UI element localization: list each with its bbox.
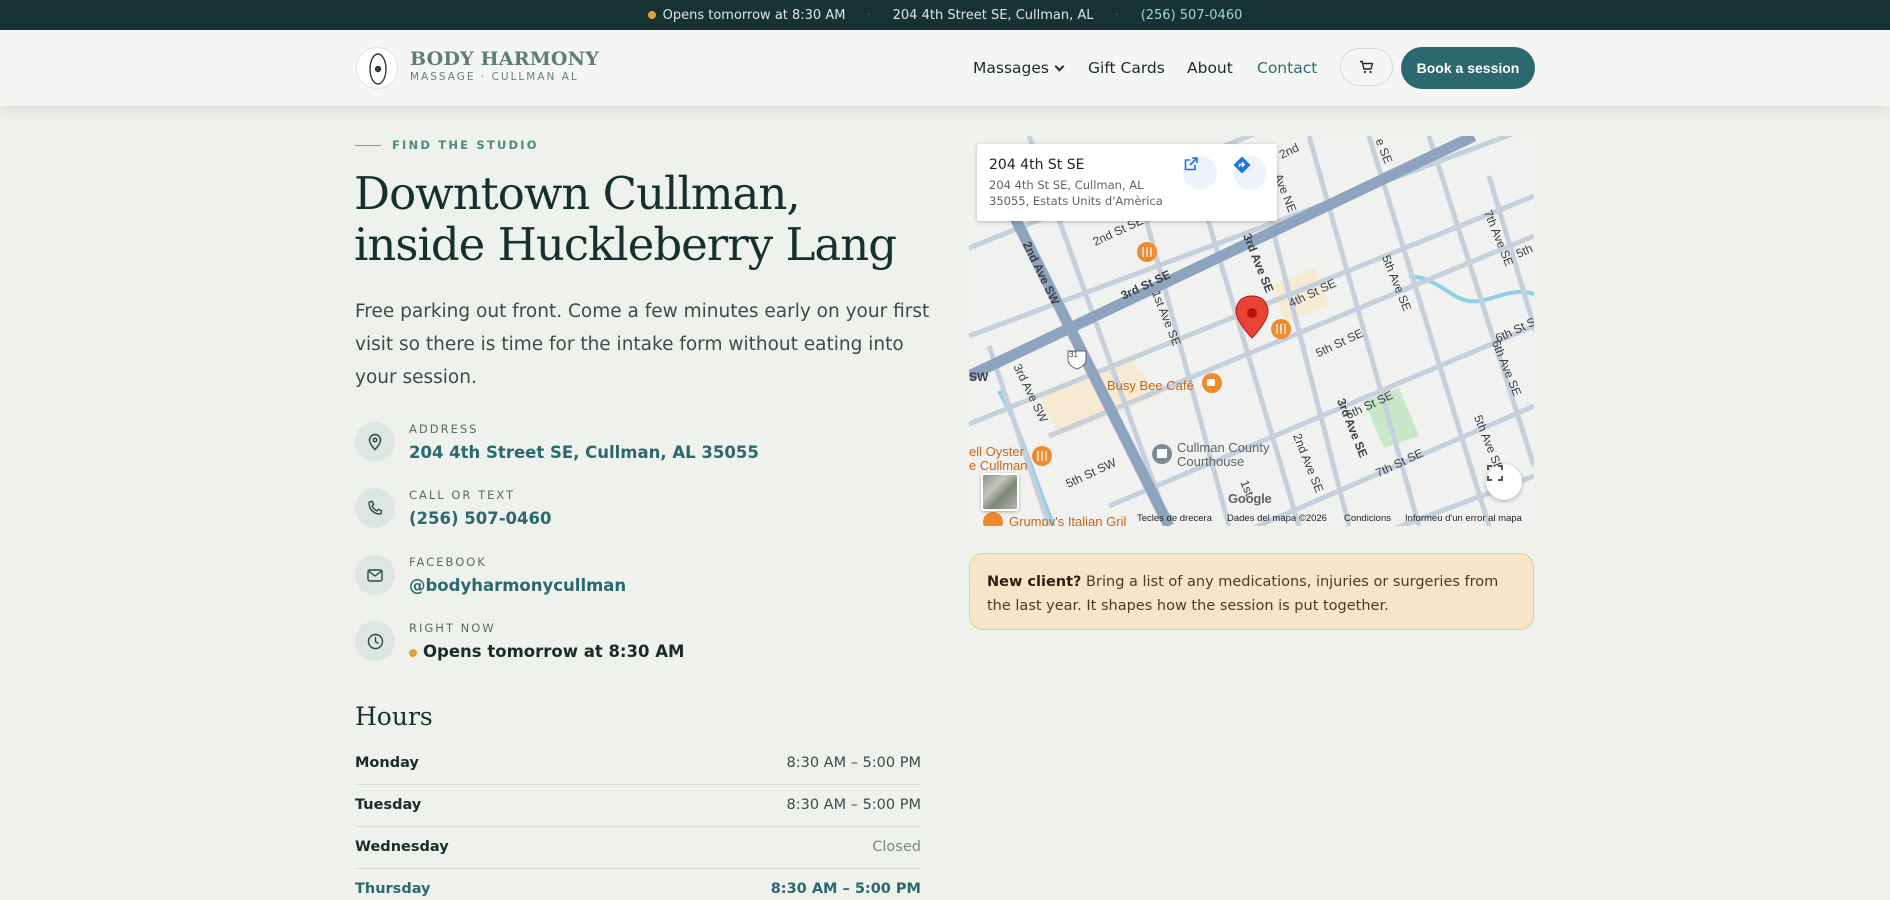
announcement-bar: Opens tomorrow at 8:30 AM · 204 4th Stre… bbox=[0, 0, 1890, 30]
map-data-attribution: Dades del mapa ©2026 bbox=[1227, 513, 1327, 524]
external-link-icon bbox=[1184, 157, 1198, 171]
hours-title: Hours bbox=[355, 702, 433, 731]
new-client-note: New client? Bring a list of any medicati… bbox=[969, 553, 1534, 630]
map-place-title: 204 4th St SE bbox=[989, 157, 1085, 173]
cart-icon bbox=[1359, 60, 1373, 74]
logo-icon[interactable] bbox=[356, 47, 398, 89]
restaurant-pin-icon bbox=[1032, 446, 1052, 466]
map-poi-label[interactable]: Busy Bee Café bbox=[1107, 378, 1194, 393]
directions-icon bbox=[1233, 156, 1251, 174]
address-link[interactable]: 204 4th Street SE, Cullman, AL 35055 bbox=[409, 443, 759, 462]
map-poi-label[interactable]: Cullman County Courthouse bbox=[1177, 441, 1270, 469]
nav-gift-cards[interactable]: Gift Cards bbox=[1088, 59, 1165, 77]
fullscreen-icon bbox=[1487, 465, 1503, 481]
brand-tagline: MASSAGE · CULLMAN AL bbox=[410, 71, 579, 83]
courthouse-label-line: Cullman County bbox=[1177, 440, 1270, 455]
map-report-link[interactable]: Informeu d'un error al mapa bbox=[1405, 513, 1522, 524]
open-status-text: Opens tomorrow at 8:30 AM bbox=[423, 642, 685, 661]
landmark-pin-icon bbox=[1152, 444, 1172, 464]
fullscreen-button[interactable] bbox=[1486, 464, 1522, 500]
map-shortcuts-link[interactable]: Tecles de drecera bbox=[1137, 513, 1212, 524]
open-status: Opens tomorrow at 8:30 AM bbox=[409, 642, 684, 661]
satellite-toggle[interactable] bbox=[981, 473, 1019, 511]
status-text: Opens tomorrow at 8:30 AM bbox=[647, 8, 845, 23]
info-label: CALL OR TEXT bbox=[409, 488, 516, 502]
title-line-2: inside Huckleberry Lang bbox=[354, 218, 897, 271]
courthouse-label-line: Courthouse bbox=[1177, 454, 1245, 469]
map-place-address: 204 4th St SE, Cullman, AL 35055, Estats… bbox=[989, 178, 1163, 208]
hours-row-today: Thursday 8:30 AM – 5:00 PM bbox=[355, 869, 921, 900]
hours-row: Tuesday 8:30 AM – 5:00 PM bbox=[355, 785, 921, 827]
nav-about[interactable]: About bbox=[1187, 59, 1233, 77]
map-pin-icon bbox=[355, 422, 395, 462]
open-in-maps-button[interactable] bbox=[1183, 156, 1217, 190]
map-street-label: SW bbox=[969, 370, 989, 384]
book-session-button[interactable]: Book a session bbox=[1401, 47, 1535, 89]
intro-paragraph: Free parking out front. Come a few minut… bbox=[355, 301, 930, 388]
separator: · bbox=[1115, 9, 1119, 21]
site-header: BODY HARMONY MASSAGE · CULLMAN AL Massag… bbox=[0, 30, 1890, 106]
page-title: Downtown Cullman, inside Huckleberry Lan… bbox=[354, 168, 914, 270]
nav-massages[interactable]: Massages bbox=[973, 59, 1065, 77]
separator: · bbox=[867, 9, 871, 21]
hours-time: 8:30 AM – 5:00 PM bbox=[786, 755, 922, 771]
eyebrow-rule bbox=[355, 145, 381, 146]
topbar-phone-link[interactable]: (256) 507-0460 bbox=[1141, 8, 1243, 23]
info-label: FACEBOOK bbox=[409, 555, 487, 569]
hours-day: Monday bbox=[355, 755, 419, 771]
clock-icon bbox=[355, 621, 395, 661]
hours-time: 8:30 AM – 5:00 PM bbox=[786, 797, 922, 813]
section-eyebrow: FIND THE STUDIO bbox=[392, 138, 539, 152]
facebook-link[interactable]: @bodyharmonycullman bbox=[409, 576, 626, 595]
hours-day: Tuesday bbox=[355, 797, 422, 813]
map-terms-link[interactable]: Condicions bbox=[1344, 513, 1391, 524]
status-dot bbox=[647, 11, 656, 19]
directions-button[interactable] bbox=[1233, 156, 1267, 190]
topbar-address: 204 4th Street SE, Cullman, AL bbox=[892, 7, 1094, 23]
info-label: ADDRESS bbox=[409, 422, 479, 436]
mail-icon bbox=[355, 555, 395, 595]
brand-name[interactable]: BODY HARMONY bbox=[410, 48, 599, 70]
embedded-map[interactable]: 2nd Ave SW 3rd St SE 2nd St SE 2nd 1st A… bbox=[969, 136, 1534, 526]
oyster-label-line: ell Oyster bbox=[969, 444, 1024, 459]
phone-link[interactable]: (256) 507-0460 bbox=[409, 509, 551, 528]
restaurant-pin-icon bbox=[1137, 242, 1157, 262]
hours-row: Wednesday Closed bbox=[355, 827, 921, 869]
cart-button[interactable] bbox=[1340, 48, 1393, 86]
map-poi-label[interactable]: ell Oyster e Cullman bbox=[969, 445, 1028, 473]
google-wordmark: Google bbox=[1228, 491, 1272, 506]
title-line-1: Downtown Cullman, bbox=[354, 167, 801, 220]
hours-time: Closed bbox=[872, 839, 921, 855]
status-dot bbox=[409, 648, 417, 657]
cafe-pin-icon bbox=[1202, 373, 1222, 393]
hours-row: Monday 8:30 AM – 5:00 PM bbox=[355, 743, 921, 785]
info-label: RIGHT NOW bbox=[409, 621, 496, 635]
map-poi-label[interactable]: Grumpy's Italian Gril bbox=[1009, 514, 1126, 526]
phone-icon bbox=[355, 488, 395, 528]
hours-day: Wednesday bbox=[355, 839, 449, 855]
google-logo: Google bbox=[1228, 491, 1272, 506]
hours-day: Thursday bbox=[355, 881, 431, 897]
map-place-card: 204 4th St SE 204 4th St SE, Cullman, AL… bbox=[977, 144, 1277, 221]
route-number: 31 bbox=[1069, 350, 1078, 359]
oyster-label-line: e Cullman bbox=[969, 458, 1028, 473]
hours-time: 8:30 AM – 5:00 PM bbox=[770, 881, 921, 897]
restaurant-pin-icon bbox=[1271, 319, 1291, 339]
note-emphasis: New client? bbox=[987, 574, 1082, 590]
nav-contact[interactable]: Contact bbox=[1257, 59, 1317, 77]
nav-massages-label: Massages bbox=[973, 59, 1049, 77]
chevron-down-icon bbox=[1054, 61, 1065, 72]
